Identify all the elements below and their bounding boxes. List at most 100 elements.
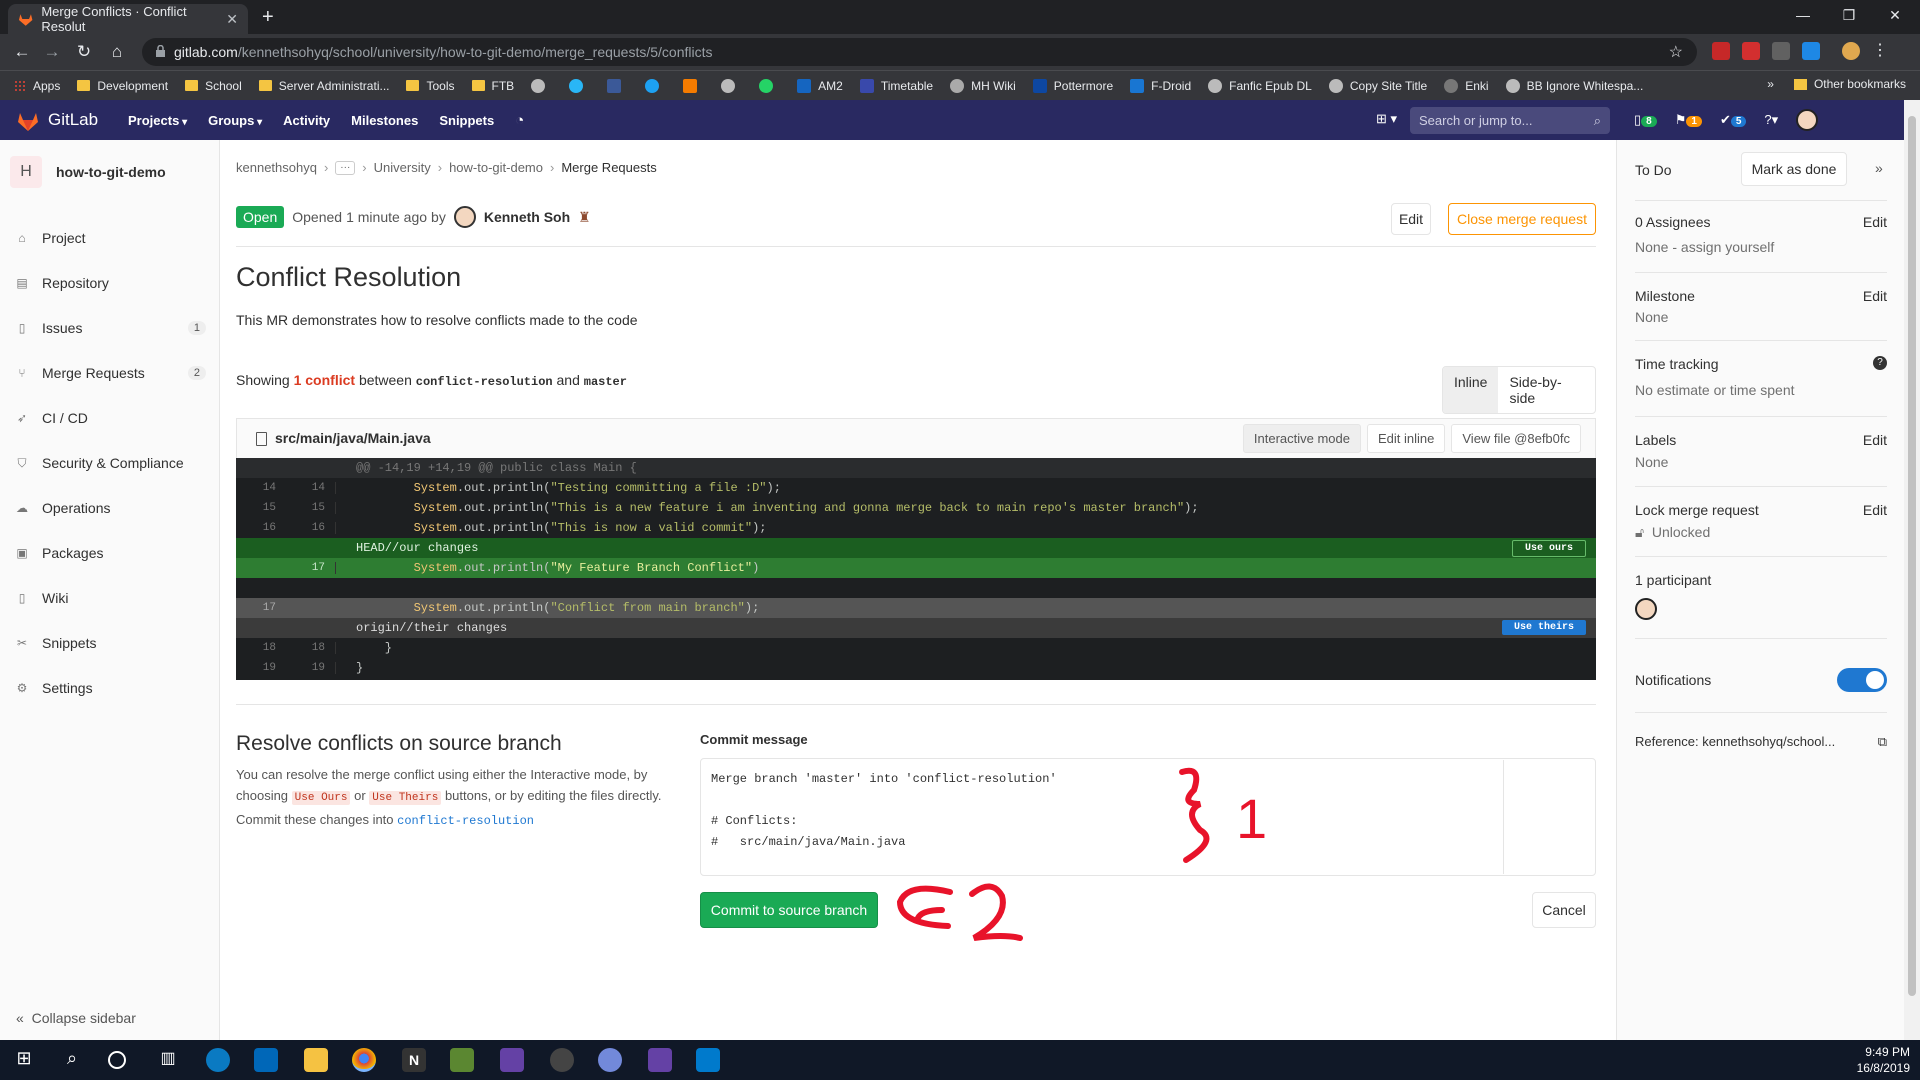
bookmark-site[interactable]	[607, 78, 628, 93]
sidebar-project-header[interactable]: H how-to-git-demo	[10, 156, 166, 188]
nav-milestones[interactable]: Milestones	[351, 113, 418, 128]
obs-icon[interactable]	[550, 1048, 574, 1072]
reload-icon[interactable]: ↻	[72, 40, 96, 64]
dashboard-icon[interactable]: ◔	[515, 112, 524, 129]
bookmark-site[interactable]: AM2	[797, 78, 843, 93]
new-tab-icon[interactable]: +	[262, 6, 274, 29]
bookmark-site[interactable]: F-Droid	[1130, 78, 1191, 93]
bookmark-site[interactable]: Pottermore	[1032, 78, 1113, 93]
assignees-value[interactable]: None - assign yourself	[1635, 239, 1887, 255]
file-explorer-icon[interactable]	[304, 1048, 328, 1072]
bookmark-folder[interactable]: FTB	[471, 79, 514, 93]
use-theirs-button[interactable]: Use theirs	[1501, 620, 1586, 635]
minecraft-icon[interactable]	[450, 1048, 474, 1072]
new-item-icon[interactable]: ⊞ ▾	[1376, 111, 1397, 127]
merge-requests-counter[interactable]: ▯ 8	[1634, 112, 1657, 128]
sidebar-item-security[interactable]: ⛉ Security & Compliance	[16, 451, 206, 475]
bookmark-site[interactable]: Enki	[1444, 78, 1489, 93]
bookmark-site[interactable]: Copy Site Title	[1328, 78, 1427, 93]
taskbar-app-icon[interactable]	[598, 1048, 622, 1072]
side-by-side-view-button[interactable]: Side-by-side	[1498, 367, 1595, 413]
author-name[interactable]: Kenneth Soh	[484, 209, 570, 225]
profile-avatar[interactable]	[1842, 42, 1860, 60]
lock-edit-link[interactable]: Edit	[1863, 502, 1887, 518]
breadcrumb-expand-button[interactable]: ···	[335, 160, 356, 175]
forward-icon[interactable]: →	[40, 40, 64, 64]
scrollbar-thumb[interactable]	[1908, 116, 1916, 996]
bookmark-folder[interactable]: School	[185, 79, 242, 93]
help-icon[interactable]: ?▾	[1764, 112, 1778, 128]
collapse-right-sidebar-icon[interactable]: »	[1875, 160, 1883, 176]
other-bookmarks[interactable]: » Other bookmarks	[1767, 77, 1906, 91]
commit-message-textarea[interactable]: Merge branch 'master' into 'conflict-res…	[700, 758, 1596, 876]
browser-tab[interactable]: Merge Conflicts · Conflict Resolut ✕	[8, 4, 248, 34]
edit-button[interactable]: Edit	[1391, 203, 1431, 235]
inline-view-button[interactable]: Inline	[1443, 367, 1499, 413]
extension-icon[interactable]	[1712, 42, 1730, 60]
use-ours-button[interactable]: Use ours	[1511, 540, 1586, 557]
search-input[interactable]: Search or jump to... ⌕	[1410, 107, 1610, 134]
bookmark-folder[interactable]: Development	[77, 79, 168, 93]
minimize-icon[interactable]: —	[1780, 0, 1826, 30]
page-scrollbar[interactable]	[1904, 100, 1920, 1040]
windows-start-icon[interactable]: ⊞	[12, 1048, 36, 1072]
bookmark-site[interactable]: Timetable	[859, 78, 933, 93]
labels-edit-link[interactable]: Edit	[1863, 432, 1887, 448]
edit-inline-button[interactable]: Edit inline	[1367, 424, 1446, 453]
user-avatar[interactable]	[1796, 109, 1819, 131]
issues-counter[interactable]: ⚑ 1	[1675, 112, 1702, 128]
notion-icon[interactable]: N	[402, 1048, 426, 1072]
view-file-button[interactable]: View file @8efb0fc	[1451, 424, 1581, 453]
home-icon[interactable]: ⌂	[105, 40, 129, 64]
store-icon[interactable]	[254, 1048, 278, 1072]
cancel-button[interactable]: Cancel	[1532, 892, 1596, 928]
sidebar-item-cicd[interactable]: ➶ CI / CD	[16, 406, 206, 430]
chrome-icon[interactable]	[352, 1048, 376, 1072]
search-icon[interactable]: ⌕	[60, 1048, 84, 1072]
extension-icon[interactable]	[1802, 42, 1820, 60]
vscode-icon[interactable]	[696, 1048, 720, 1072]
sidebar-item-wiki[interactable]: ▯ Wiki	[16, 586, 206, 610]
sidebar-item-project[interactable]: ⌂ Project	[16, 226, 206, 250]
commit-to-source-branch-button[interactable]: Commit to source branch	[700, 892, 878, 928]
interactive-mode-button[interactable]: Interactive mode	[1242, 424, 1361, 453]
close-tab-icon[interactable]: ✕	[226, 11, 238, 28]
task-view-icon[interactable]: ▥	[156, 1048, 180, 1072]
participant-avatar[interactable]	[1635, 598, 1657, 620]
twitch-icon[interactable]	[500, 1048, 524, 1072]
cortana-icon[interactable]	[108, 1051, 126, 1069]
bookmark-site[interactable]	[569, 78, 590, 93]
twitch-icon[interactable]	[648, 1048, 672, 1072]
bookmark-site[interactable]	[721, 78, 742, 93]
sidebar-item-repository[interactable]: ▤ Repository	[16, 271, 206, 295]
collapse-sidebar-button[interactable]: « Collapse sidebar	[16, 1010, 136, 1026]
bookmark-site[interactable]: Fanfic Epub DL	[1208, 78, 1312, 93]
author-avatar[interactable]	[453, 206, 476, 228]
milestone-edit-link[interactable]: Edit	[1863, 288, 1887, 304]
assignees-edit-link[interactable]: Edit	[1863, 214, 1887, 230]
sidebar-item-operations[interactable]: ☁ Operations	[16, 496, 206, 520]
bookmark-folder[interactable]: Server Administrati...	[258, 79, 389, 93]
bookmark-star-icon[interactable]: ☆	[1669, 42, 1683, 62]
mark-as-done-button[interactable]: Mark as done	[1741, 152, 1847, 186]
breadcrumb-item[interactable]: University	[374, 160, 431, 175]
nav-snippets[interactable]: Snippets	[439, 113, 494, 128]
source-branch-link[interactable]: conflict-resolution	[397, 814, 534, 828]
extension-icon[interactable]	[1742, 42, 1760, 60]
nav-projects[interactable]: Projects	[128, 113, 187, 128]
bookmark-site[interactable]	[759, 78, 780, 93]
bookmark-site[interactable]: BB Ignore Whitespa...	[1505, 78, 1643, 93]
system-clock[interactable]: 9:49 PM 16/8/2019	[1857, 1044, 1910, 1076]
sidebar-item-packages[interactable]: ▣ Packages	[16, 541, 206, 565]
todos-counter[interactable]: ✔ 5	[1720, 112, 1747, 128]
help-icon[interactable]: ?	[1873, 356, 1887, 370]
close-merge-request-button[interactable]: Close merge request	[1448, 203, 1596, 235]
bookmark-folder[interactable]: Tools	[406, 79, 455, 93]
sidebar-item-merge-requests[interactable]: ⑂ Merge Requests 2	[16, 361, 206, 385]
bookmark-site[interactable]	[531, 78, 552, 93]
nav-activity[interactable]: Activity	[283, 113, 330, 128]
taskbar-app-icon[interactable]	[206, 1048, 230, 1072]
address-bar[interactable]: gitlab.com/kennethsohyq/school/universit…	[142, 38, 1697, 66]
menu-kebab-icon[interactable]: ⋮	[1872, 42, 1888, 60]
sidebar-item-settings[interactable]: ⚙ Settings	[16, 676, 206, 700]
